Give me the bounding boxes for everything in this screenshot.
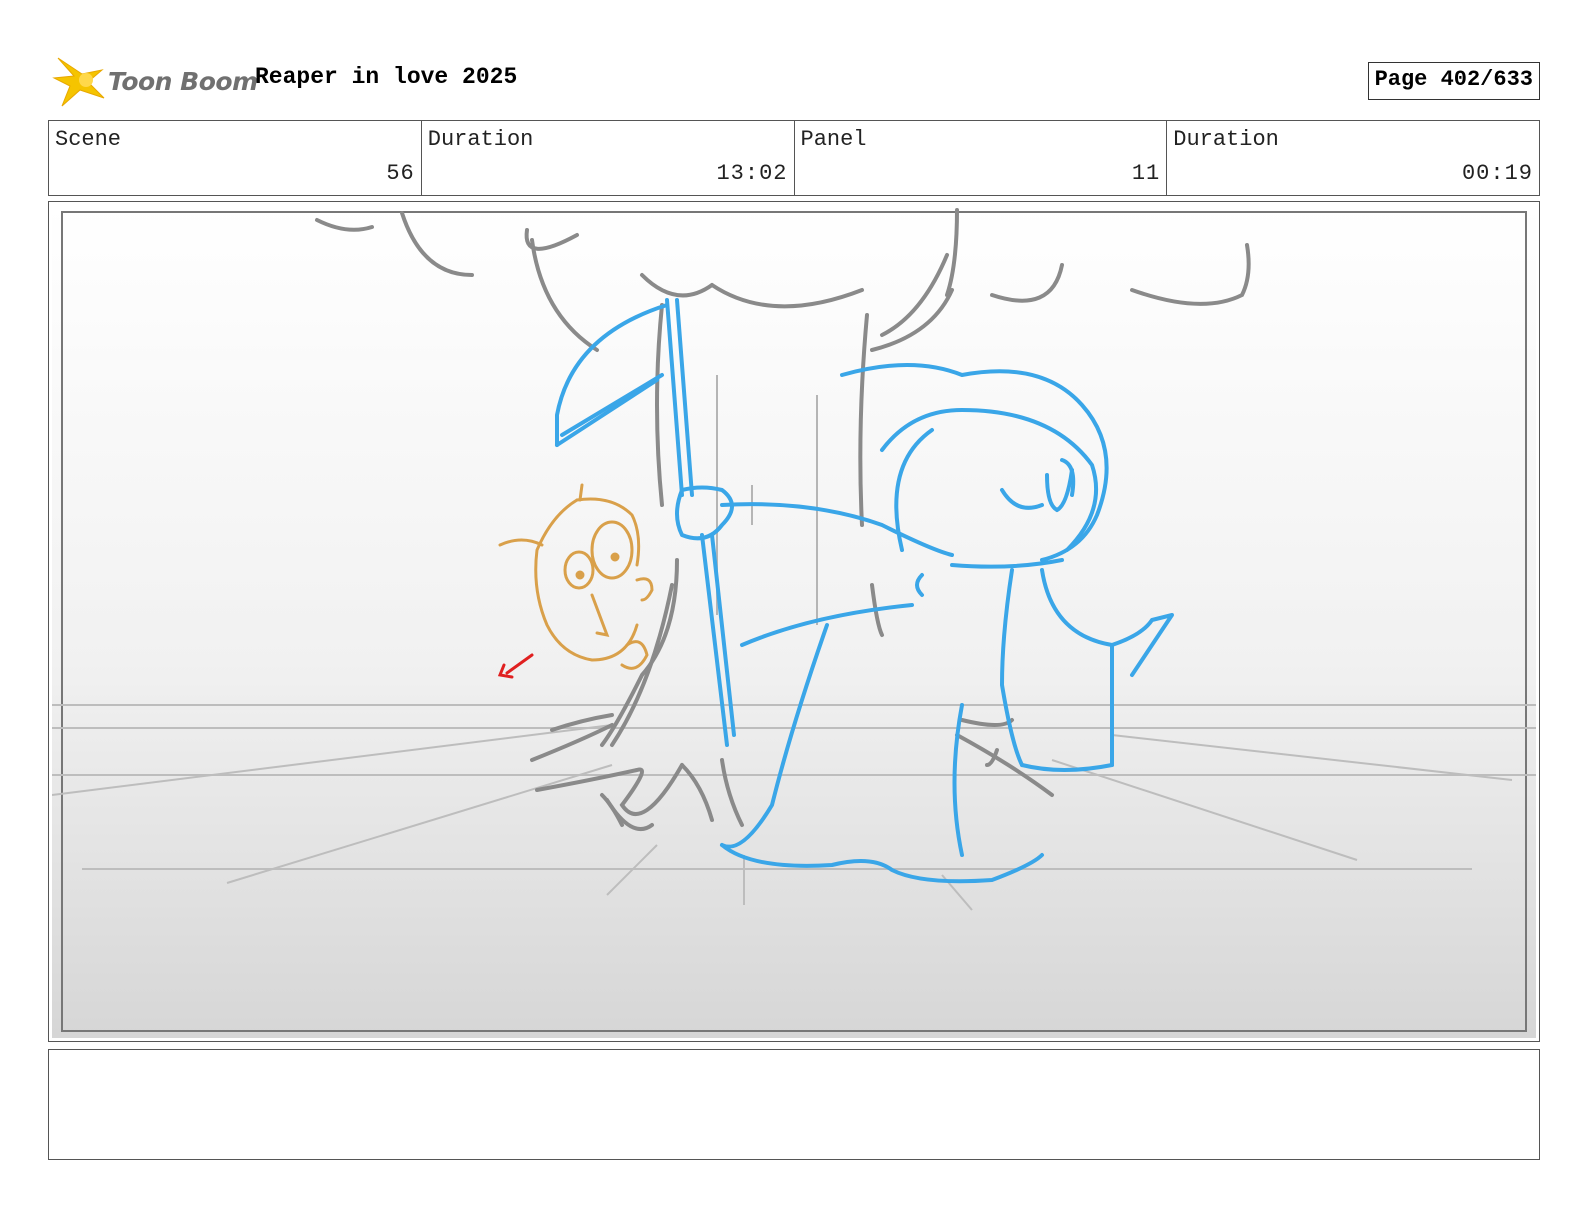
panel-duration-cell: Duration 00:19 [1167,121,1539,195]
panel-notes-box [48,1049,1540,1160]
panel-sketch [52,205,1536,1038]
panel-value: 11 [1131,161,1161,186]
scene-duration-label: Duration [427,127,534,152]
panel-label: Panel [800,127,867,152]
panel-duration-value: 00:19 [1461,161,1533,186]
logo-text: Toon Boom [108,67,258,96]
page-number: Page 402/633 [1367,62,1540,100]
scene-cell: Scene 56 [49,121,422,195]
panel-duration-label: Duration [1173,127,1279,152]
star-burst-icon [52,57,105,107]
scene-label: Scene [55,127,122,152]
storyboard-panel [48,201,1540,1042]
panel-cell: Panel 11 [795,121,1168,195]
page-header: Toon Boom Reaper in love 2025 Page 402/6… [48,52,1540,112]
scene-duration-cell: Duration 13:02 [422,121,795,195]
panel-info-table: Scene 56 Duration 13:02 Panel 11 Duratio… [48,120,1540,196]
toon-boom-logo: Toon Boom [52,56,258,108]
scene-duration-value: 13:02 [716,161,788,186]
project-title: Reaper in love 2025 [255,64,518,90]
scene-value: 56 [386,161,415,186]
